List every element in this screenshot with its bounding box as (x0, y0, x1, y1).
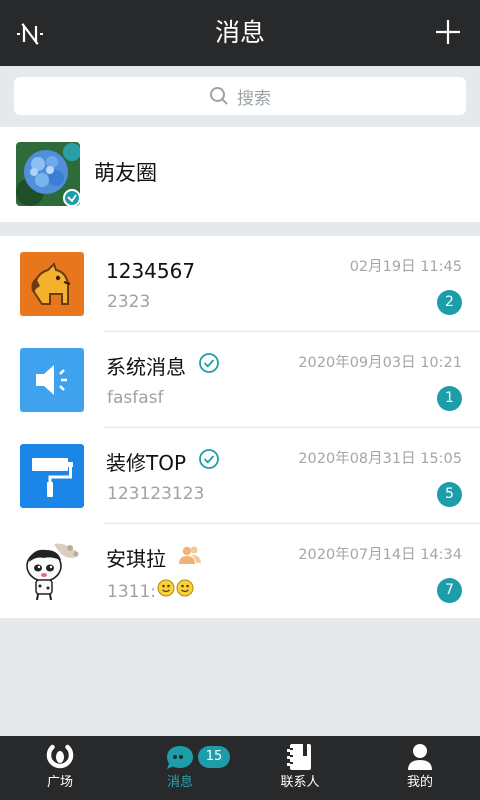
conversation-preview: 2323 (107, 292, 151, 312)
tab-label: 消息 (166, 775, 193, 790)
plaza-icon (44, 742, 76, 772)
verified-icon (198, 352, 220, 382)
bottom-tab-bar: 广场 15 消息 联系人 我的 (0, 736, 480, 800)
tab-label: 我的 (406, 775, 433, 790)
search-area: 搜索 (0, 66, 480, 126)
unread-badge: 7 (437, 578, 462, 603)
moments-avatar (16, 142, 80, 206)
conversation-row[interactable]: 系统消息 fasfasf 2020年09月03日 10:21 1 (0, 332, 480, 428)
conversation-name: 装修TOP (106, 448, 220, 478)
unread-badge: 2 (437, 290, 462, 315)
conversation-preview: 123123123 (107, 484, 205, 504)
conversation-name: 1234567 (106, 259, 196, 283)
contacts-book-icon (284, 742, 316, 772)
conversation-row[interactable]: 安琪拉 1311: 2020年07月14日 14:34 7 (0, 524, 480, 620)
paint-roller-avatar (20, 444, 84, 508)
unread-badge: 1 (437, 386, 462, 411)
top-bar: 消息 (0, 0, 480, 66)
tab-me[interactable]: 我的 (360, 736, 480, 800)
cartoon-avatar (20, 540, 84, 604)
emoji-icon (156, 576, 196, 607)
tab-messages[interactable]: 15 消息 (120, 736, 240, 800)
page-title: 消息 (214, 18, 265, 47)
group-users-icon (178, 544, 202, 574)
conversation-preview: 1311: (107, 576, 196, 607)
conversation-time: 02月19日 11:45 (349, 259, 462, 275)
search-placeholder: 搜索 (237, 88, 271, 109)
tab-plaza[interactable]: 广场 (0, 736, 120, 800)
conversation-name: 安琪拉 (106, 544, 202, 574)
unread-badge: 5 (437, 482, 462, 507)
conversation-time: 2020年07月14日 14:34 (298, 547, 462, 563)
plus-icon[interactable] (434, 18, 462, 46)
moments-entry[interactable]: 萌友圈 (0, 127, 480, 222)
conversation-list: 1234567 2323 02月19日 11:45 2 系统消息 fasfasf… (0, 236, 480, 618)
tab-contacts[interactable]: 联系人 (240, 736, 360, 800)
speaker-avatar (20, 348, 84, 412)
moments-label: 萌友圈 (94, 161, 157, 185)
conversation-preview: fasfasf (107, 388, 164, 408)
tab-label: 广场 (46, 775, 73, 790)
conversation-row[interactable]: 1234567 2323 02月19日 11:45 2 (0, 236, 480, 332)
search-icon (210, 87, 228, 105)
chat-icon (164, 742, 196, 772)
search-input[interactable]: 搜索 (14, 77, 466, 115)
conversation-name: 系统消息 (106, 352, 220, 382)
tab-label: 联系人 (280, 775, 320, 790)
horse-avatar (20, 252, 84, 316)
person-icon (404, 742, 436, 772)
conversation-time: 2020年09月03日 10:21 (298, 355, 462, 371)
verified-icon (198, 448, 220, 478)
conversation-time: 2020年08月31日 15:05 (298, 451, 462, 467)
messages-badge: 15 (198, 746, 230, 768)
conversation-row[interactable]: 装修TOP 123123123 2020年08月31日 15:05 5 (0, 428, 480, 524)
